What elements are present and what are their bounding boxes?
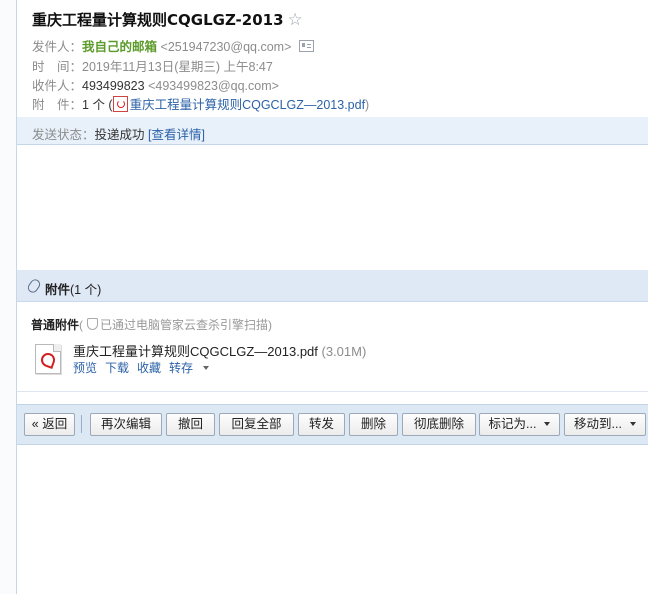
send-status-bar: 发送状态：投递成功 [查看详情] [17, 117, 648, 145]
attachment-link[interactable]: 重庆工程量计算规则CQGCLGZ—2013.pdf [130, 98, 365, 112]
recipient-address: <493499823@qq.com> [148, 79, 279, 93]
download-link[interactable]: 下载 [105, 361, 129, 375]
mark-as-label: 标记为... [488, 417, 537, 431]
scan-open: ( [79, 318, 84, 332]
left-gutter [0, 0, 16, 594]
attachments-title: 附件(1 个) [45, 279, 101, 298]
contact-card-icon[interactable] [299, 40, 315, 52]
back-button[interactable]: « 返回 [24, 413, 75, 436]
shield-icon [87, 318, 99, 330]
attachment-label: 附 件： [32, 98, 83, 112]
forward-button[interactable]: 转发 [298, 413, 345, 436]
scan-close: ) [268, 318, 273, 332]
paperclip-icon [25, 277, 43, 295]
attachment-close: ) [365, 98, 370, 112]
attachment-file: 重庆工程量计算规则CQGCLGZ—2013.pdf (3.01M) [73, 341, 366, 360]
attachments-label: 附件 [45, 283, 71, 297]
time-label: 时 间： [32, 60, 83, 74]
status-value: 投递成功 [94, 128, 145, 142]
attachment-kind-label: 普通附件 [31, 318, 80, 332]
sender-row: 发件人：我自己的邮箱 <251947230@qq.com> [32, 36, 315, 55]
collect-link[interactable]: 收藏 [137, 361, 161, 375]
star-icon[interactable]: ☆ [288, 10, 303, 30]
attachment-file-size: (3.01M) [321, 344, 367, 359]
send-status: 发送状态：投递成功 [查看详情] [32, 124, 205, 143]
delete-button[interactable]: 删除 [349, 413, 398, 436]
recipient-row: 收件人：493499823 <493499823@qq.com> [32, 75, 279, 94]
chevron-down-icon [629, 422, 636, 426]
preview-link[interactable]: 预览 [73, 361, 97, 375]
time-row: 时 间：2019年11月13日(星期三) 上午8:47 [32, 56, 273, 75]
save-to-label: 转存 [169, 361, 194, 375]
scan-note: 已通过电脑管家云查杀引擎扫描 [100, 318, 269, 332]
chevron-down-icon [203, 366, 210, 370]
chevron-down-icon [544, 422, 551, 426]
toolbar-divider [81, 415, 82, 433]
move-to-dropdown[interactable]: 移动到... [564, 413, 646, 436]
save-to-link[interactable]: 转存 [169, 361, 210, 375]
move-to-label: 移动到... [574, 417, 622, 431]
attachment-kind: 普通附件( 已通过电脑管家云查杀引擎扫描) [31, 316, 272, 333]
recipient-name[interactable]: 493499823 [82, 79, 145, 93]
attachment-count: 1 个 ( [82, 98, 113, 112]
recipient-label: 收件人： [32, 79, 83, 93]
mail-toolbar: « 返回 再次编辑 撤回 回复全部 转发 删除 彻底删除 标记为... 移动到.… [17, 404, 648, 445]
sender-name[interactable]: 我自己的邮箱 [82, 40, 157, 54]
attachments-count: (1 个) [70, 283, 102, 297]
time-value: 2019年11月13日(星期三) 上午8:47 [82, 60, 273, 74]
subject-text: 重庆工程量计算规则CQGLGZ-2013 [32, 11, 284, 29]
attachment-row: 附 件：1 个 ( 重庆工程量计算规则CQGCLGZ—2013.pdf) [32, 94, 369, 113]
attachment-file-name[interactable]: 重庆工程量计算规则CQGCLGZ—2013.pdf [73, 344, 318, 359]
recall-button[interactable]: 撤回 [166, 413, 215, 436]
status-detail-link[interactable]: [查看详情] [148, 128, 205, 142]
pdf-file-icon[interactable] [35, 344, 61, 374]
delete-forever-button[interactable]: 彻底删除 [402, 413, 476, 436]
status-label: 发送状态： [32, 128, 95, 142]
mail-subject: 重庆工程量计算规则CQGLGZ-2013 ☆ [32, 9, 303, 30]
attachments-panel: 普通附件( 已通过电脑管家云查杀引擎扫描) 重庆工程量计算规则CQGCLGZ—20… [17, 302, 648, 392]
reply-all-button[interactable]: 回复全部 [219, 413, 294, 436]
reedit-button[interactable]: 再次编辑 [90, 413, 162, 436]
attachment-actions: 预览 下载 收藏 转存 [73, 359, 217, 376]
sender-label: 发件人： [32, 40, 83, 54]
attachments-header: 附件(1 个) [17, 270, 648, 302]
sender-address: <251947230@qq.com> [160, 40, 292, 54]
pdf-icon [112, 96, 128, 112]
mail-header: 重庆工程量计算规则CQGLGZ-2013 ☆ 发件人：我自己的邮箱 <251947… [17, 0, 648, 117]
mark-as-dropdown[interactable]: 标记为... [479, 413, 560, 436]
